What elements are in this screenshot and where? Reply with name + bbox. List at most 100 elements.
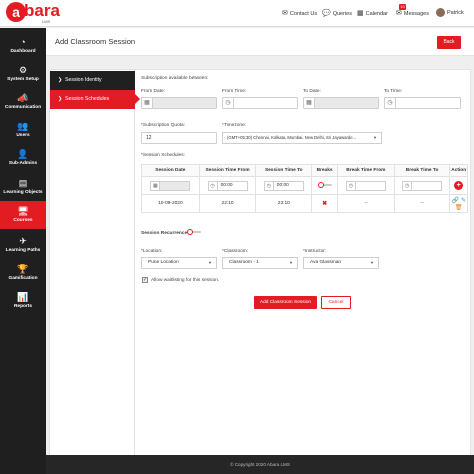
- break-to-cell: --: [393, 194, 451, 213]
- schedules-table: Session Date Session Time From Session T…: [141, 164, 468, 213]
- edit-icon[interactable]: ✎: [461, 198, 466, 204]
- calendar-icon: ▦: [304, 98, 315, 108]
- chevron-down-icon: ▼: [208, 260, 212, 265]
- table-cell: ▦: [141, 176, 200, 195]
- sidebar-item-users[interactable]: 👥 Users: [0, 116, 46, 144]
- sub-admins-icon: 👤: [17, 149, 29, 159]
- table-cell: ◷: [337, 176, 395, 195]
- timezone-label: *Timezone:: [222, 123, 247, 128]
- session-time-to-input[interactable]: ◷ 00:00: [263, 180, 304, 191]
- break-from-cell: --: [337, 194, 395, 213]
- column-header: Break Time To: [393, 164, 451, 177]
- session-date-input[interactable]: ▦: [150, 180, 191, 191]
- close-icon: ✖: [322, 201, 328, 207]
- envelope-icon: ✉: [282, 10, 288, 17]
- to-time-input[interactable]: ◷: [384, 97, 461, 109]
- table-cell: [311, 176, 338, 195]
- calendar-icon: ▦: [151, 181, 161, 190]
- table-header-row: Session Date Session Time From Session T…: [141, 164, 468, 177]
- sidebar-item-communication[interactable]: 📣 Communication: [0, 88, 46, 116]
- calendar-link[interactable]: ▦ Calendar: [357, 10, 388, 17]
- top-header: a bara LMS ✉ Contact Us 💬 Queries ▦ Calenda…: [0, 0, 474, 27]
- location-select[interactable]: Pune Location ▼: [141, 257, 217, 269]
- tab-session-schedules[interactable]: ❯ Session Schedules: [50, 90, 140, 109]
- calendar-icon: ▦: [142, 98, 153, 108]
- users-icon: 👥: [17, 121, 29, 131]
- cancel-button[interactable]: Cancel: [321, 296, 351, 309]
- to-date-input[interactable]: ▦: [303, 97, 379, 109]
- trash-icon[interactable]: 🗑: [455, 205, 463, 211]
- sidebar-item-system-setup[interactable]: ⚙ System Setup: [0, 60, 46, 88]
- classroom-label: *Classroom:: [222, 249, 249, 254]
- contact-us-link[interactable]: ✉ Contact Us: [282, 10, 317, 17]
- queries-link[interactable]: 💬 Queries: [322, 10, 352, 17]
- session-date-cell: 10-09-2020: [141, 194, 200, 213]
- column-header: Action: [449, 164, 468, 177]
- waitlist-checkbox[interactable]: ✓: [142, 277, 148, 283]
- toggle-knob: [317, 182, 324, 189]
- trophy-icon: 🏆: [17, 264, 29, 274]
- add-schedule-button[interactable]: +: [454, 181, 464, 190]
- session-recurrence-label: Session Recurrence: [141, 231, 188, 236]
- timezone-select[interactable]: (GMT+05:30) Chennai, Kolkata, Mumbai, Ne…: [222, 132, 382, 144]
- sidebar-item-label: Users: [16, 133, 30, 138]
- session-recurrence-toggle[interactable]: [187, 229, 201, 235]
- from-date-input[interactable]: ▦: [141, 97, 217, 109]
- instructor-select[interactable]: Ava Glassman ▼: [303, 257, 379, 269]
- sidebar-item-sub-admins[interactable]: 👤 Sub-Admins: [0, 144, 46, 172]
- megaphone-icon: 📣: [17, 93, 29, 103]
- caret-right-icon: ❯: [58, 96, 63, 102]
- subscription-quota-input[interactable]: 12: [141, 132, 217, 144]
- caret-right-icon: ❯: [58, 77, 63, 83]
- time-from-cell: 22:10: [198, 194, 257, 213]
- from-time-label: From Time:: [222, 89, 247, 94]
- add-classroom-session-button[interactable]: Add Classroom Session: [254, 296, 317, 309]
- tab-session-identity[interactable]: ❯ Session Identity: [50, 71, 135, 90]
- calendar-icon: ▦: [357, 10, 364, 17]
- link-icon[interactable]: 🔗: [451, 198, 458, 204]
- abara-logo[interactable]: a bara LMS: [6, 1, 66, 24]
- user-menu[interactable]: Patrick: [447, 10, 464, 16]
- page-title: Add Classroom Session: [55, 37, 136, 46]
- clock-icon: ◷: [385, 98, 396, 108]
- location-label: *Location:: [141, 249, 163, 254]
- dashboard-icon: ◔: [20, 37, 26, 47]
- courses-icon: 🖥: [17, 206, 29, 216]
- messages-link[interactable]: ✉ Messages: [396, 10, 429, 17]
- instructor-label: *Instructor:: [303, 249, 327, 254]
- break-time-from-input[interactable]: ◷: [345, 180, 386, 191]
- sidebar-item-learning-objects[interactable]: ▤ Learning Objects: [0, 173, 46, 201]
- column-header: Breaks: [311, 164, 338, 177]
- gear-icon: ⚙: [18, 65, 28, 75]
- footer: © Copyright 2020 Abara LMS: [46, 455, 474, 474]
- sidebar-item-label: Sub-Admins: [8, 161, 38, 166]
- session-schedules-label: *Session Schedules:: [141, 153, 185, 158]
- avatar[interactable]: [436, 8, 445, 17]
- sidebar-item-courses[interactable]: 🖥 Courses: [0, 201, 46, 229]
- from-date-label: From Date:: [141, 89, 165, 94]
- clock-icon: ◷: [223, 98, 234, 108]
- sidebar-item-dashboard[interactable]: ◔ Dashboard: [0, 32, 46, 60]
- session-time-from-input[interactable]: ◷ 00:00: [207, 180, 248, 191]
- title-bar: Add Classroom Session Back: [46, 28, 474, 56]
- reports-icon: 📊: [17, 292, 29, 302]
- learning-paths-icon: ✈: [19, 236, 27, 246]
- table-cell: ◷ 00:00: [255, 176, 313, 195]
- sidebar-item-gamification[interactable]: 🏆 Gamification: [0, 259, 46, 287]
- table-cell: ◷: [393, 176, 451, 195]
- logo-text: bara: [24, 1, 60, 20]
- break-time-to-input[interactable]: ◷: [402, 180, 443, 191]
- table-cell: +: [449, 176, 468, 195]
- sidebar-item-label: Learning Paths: [5, 248, 41, 253]
- from-time-input[interactable]: ◷: [222, 97, 298, 109]
- sidebar-item-learning-paths[interactable]: ✈ Learning Paths: [0, 231, 46, 259]
- table-input-row: ▦ ◷ 00:00 ◷ 00:00 ◷ ◷ +: [141, 176, 468, 195]
- messages-count-badge: 10: [399, 4, 406, 10]
- classroom-select[interactable]: Classroom - 1 ▼: [222, 257, 298, 269]
- sidebar-item-reports[interactable]: 📊 Reports: [0, 287, 46, 315]
- logo-mark: a: [6, 2, 26, 22]
- back-button[interactable]: Back: [437, 36, 461, 49]
- breaks-toggle[interactable]: [317, 182, 332, 189]
- chevron-down-icon: ▼: [370, 260, 374, 265]
- vertical-tabs: ❯ Session Identity ❯ Session Schedules: [50, 70, 140, 474]
